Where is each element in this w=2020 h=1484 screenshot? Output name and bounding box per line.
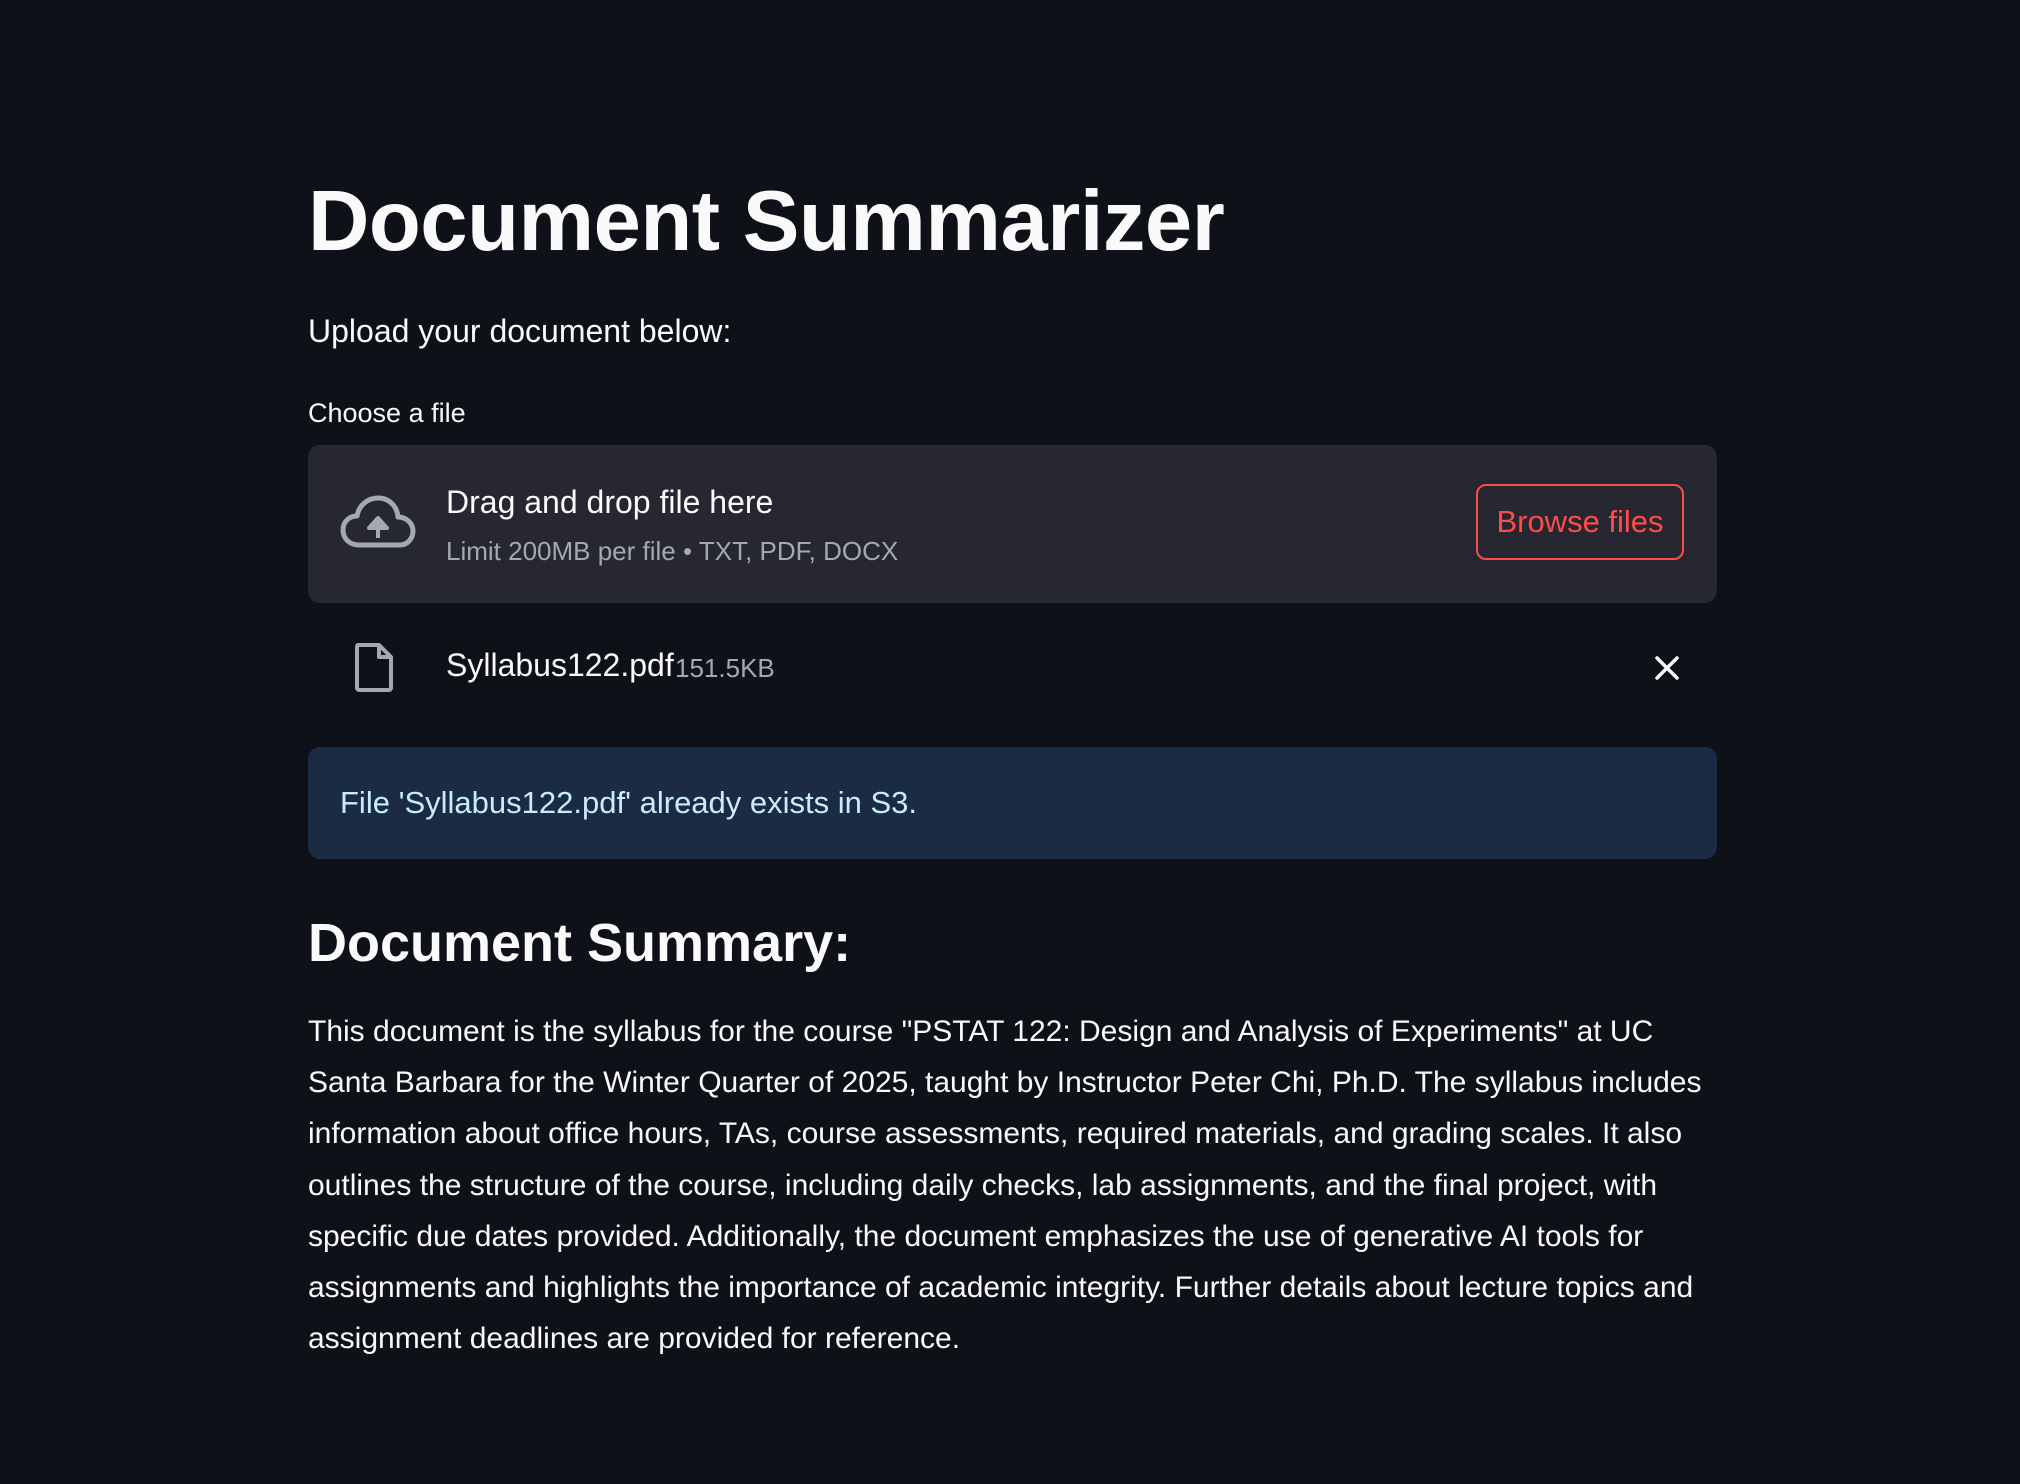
info-alert: File 'Syllabus122.pdf' already exists in… — [308, 747, 1717, 859]
file-uploader-label: Choose a file — [308, 398, 466, 428]
browse-files-button[interactable]: Browse files — [1476, 484, 1684, 560]
uploaded-file-size: 151.5KB — [675, 653, 775, 683]
page-title: Document Summarizer — [308, 174, 1225, 269]
info-alert-message: File 'Syllabus122.pdf' already exists in… — [340, 785, 918, 820]
intro-text: Upload your document below: — [308, 313, 732, 349]
document-icon — [355, 643, 393, 692]
uploaded-file-name: Syllabus122.pdf — [446, 647, 674, 683]
file-dropzone[interactable]: Drag and drop file here Limit 200MB per … — [308, 445, 1717, 603]
dropzone-limit-text: Limit 200MB per file • TXT, PDF, DOCX — [446, 536, 899, 566]
cloud-upload-icon — [340, 495, 416, 548]
close-icon[interactable] — [1647, 648, 1687, 688]
summary-heading: Document Summary: — [308, 913, 852, 973]
dropzone-title: Drag and drop file here — [446, 484, 774, 520]
uploaded-file-row: Syllabus122.pdf 151.5KB — [308, 618, 1717, 718]
summary-text: This document is the syllabus for the co… — [308, 1015, 1702, 1356]
